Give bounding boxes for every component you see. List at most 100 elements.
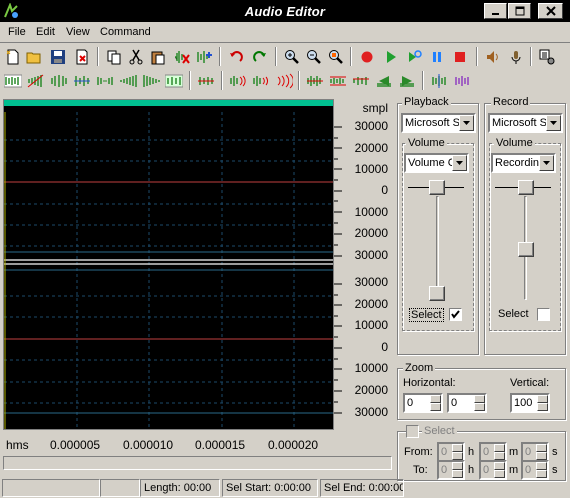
horizontal-scrollbar[interactable] xyxy=(3,456,392,470)
spin-up-icon[interactable] xyxy=(452,444,463,452)
close-button[interactable] xyxy=(538,3,563,19)
title-bar[interactable]: Audio Editor xyxy=(0,0,570,22)
effect-compress-button[interactable] xyxy=(328,71,348,91)
zoom-out-button[interactable] xyxy=(304,47,324,67)
selection-from-label: From: xyxy=(404,446,433,458)
selection-enable-checkbox[interactable] xyxy=(406,425,419,438)
effect-pitch-button[interactable] xyxy=(397,71,417,91)
mic-button[interactable] xyxy=(506,47,526,67)
play-button[interactable] xyxy=(381,47,401,67)
effect-amplify-button[interactable] xyxy=(26,71,46,91)
time-ruler[interactable]: hms 0.000005 0.000010 0.000015 0.000020 xyxy=(3,436,392,452)
spin-down-icon[interactable] xyxy=(494,452,505,460)
effect-chorus-button[interactable] xyxy=(251,71,271,91)
minimize-button[interactable] xyxy=(484,3,507,19)
effect-echo-button[interactable] xyxy=(164,71,184,91)
menu-view[interactable]: View xyxy=(66,26,90,38)
zoom-in-button[interactable] xyxy=(282,47,302,67)
speaker-button[interactable] xyxy=(483,47,503,67)
effect-stretch-button[interactable] xyxy=(305,71,325,91)
spin-down-icon[interactable] xyxy=(537,403,548,411)
spin-down-icon[interactable] xyxy=(430,403,441,411)
effect-stereo-button[interactable] xyxy=(429,71,449,91)
playback-device-select[interactable]: Microsoft S xyxy=(401,113,476,133)
close-file-button[interactable] xyxy=(72,47,92,67)
record-volume-source-select[interactable]: Recordin xyxy=(491,153,556,173)
effect-reverse-button[interactable] xyxy=(49,71,69,91)
delete-button[interactable] xyxy=(172,47,192,67)
menu-command[interactable]: Command xyxy=(100,26,151,38)
position-bar[interactable] xyxy=(4,100,333,106)
spin-up-icon[interactable] xyxy=(452,462,463,470)
playback-volume-source-select[interactable]: Volume C xyxy=(404,153,469,173)
spin-up-icon[interactable] xyxy=(536,462,547,470)
folder-open-icon xyxy=(26,52,41,64)
record-select-checkbox[interactable] xyxy=(537,308,550,321)
effect-normalize-button[interactable] xyxy=(3,71,23,91)
record-button[interactable] xyxy=(357,47,377,67)
chorus-icon xyxy=(253,76,268,86)
play-loop-button[interactable] xyxy=(404,47,424,67)
effect-fade-out-button[interactable] xyxy=(141,71,161,91)
paste-button[interactable] xyxy=(148,47,168,67)
menu-file[interactable]: File xyxy=(8,26,26,38)
spin-up-icon[interactable] xyxy=(494,444,505,452)
status-sel-start: Sel Start: 0:00:00 xyxy=(222,479,318,497)
record-balance-thumb[interactable] xyxy=(518,180,534,195)
spin-down-icon[interactable] xyxy=(452,470,463,478)
effect-reverb-button[interactable] xyxy=(274,71,294,91)
spin-down-icon[interactable] xyxy=(494,470,505,478)
effect-insert-silence-button[interactable] xyxy=(196,71,216,91)
toolbar-separator xyxy=(350,47,352,66)
copy-button[interactable] xyxy=(104,47,124,67)
effect-equalizer-button[interactable] xyxy=(351,71,371,91)
new-file-button[interactable] xyxy=(3,47,23,67)
spin-up-icon[interactable] xyxy=(430,395,441,403)
zoom-horizontal-a-spinner[interactable]: 0 xyxy=(403,393,443,413)
effect-fade-in-button[interactable] xyxy=(118,71,138,91)
zoom-horizontal-b-spinner[interactable]: 0 xyxy=(447,393,487,413)
effect-invert-button[interactable] xyxy=(72,71,92,91)
redo-button[interactable] xyxy=(250,47,270,67)
stop-button[interactable] xyxy=(450,47,470,67)
playback-volume-thumb[interactable] xyxy=(429,286,445,301)
undo-button[interactable] xyxy=(226,47,246,67)
playback-select-checkbox[interactable] xyxy=(449,308,462,321)
insert-button[interactable] xyxy=(194,47,214,67)
waveform-view[interactable] xyxy=(3,99,334,430)
open-file-button[interactable] xyxy=(24,47,44,67)
cut-button[interactable] xyxy=(126,47,146,67)
spin-up-icon[interactable] xyxy=(474,395,485,403)
spin-up-icon[interactable] xyxy=(494,462,505,470)
effect-silence-button[interactable] xyxy=(95,71,115,91)
spin-down-icon[interactable] xyxy=(536,470,547,478)
spin-down-icon[interactable] xyxy=(536,452,547,460)
menu-edit[interactable]: Edit xyxy=(36,26,55,38)
zoom-vertical-spinner[interactable]: 100 xyxy=(510,393,550,413)
to-seconds-spinner[interactable]: 0 xyxy=(521,460,549,480)
playback-volume-track[interactable] xyxy=(436,196,439,300)
waveform-canvas[interactable] xyxy=(4,100,333,429)
record-device-select[interactable]: Microsoft S xyxy=(488,113,563,133)
settings-button[interactable] xyxy=(537,47,557,67)
effect-vibrato-button[interactable] xyxy=(228,71,248,91)
to-minutes-spinner[interactable]: 0 xyxy=(479,460,507,480)
from-hours-spinner[interactable]: 0 xyxy=(437,442,465,462)
spin-down-icon[interactable] xyxy=(474,403,485,411)
spin-up-icon[interactable] xyxy=(536,444,547,452)
record-volume-thumb[interactable] xyxy=(518,242,534,257)
from-seconds-spinner[interactable]: 0 xyxy=(521,442,549,462)
to-seconds-value: 0 xyxy=(525,464,532,476)
effect-flanger-button[interactable] xyxy=(374,71,394,91)
spin-up-icon[interactable] xyxy=(537,395,548,403)
chevron-down-icon xyxy=(546,115,561,131)
zoom-selection-button[interactable] xyxy=(326,47,346,67)
effect-mono-button[interactable] xyxy=(452,71,472,91)
from-minutes-spinner[interactable]: 0 xyxy=(479,442,507,462)
playback-balance-thumb[interactable] xyxy=(429,180,445,195)
save-button[interactable] xyxy=(48,47,68,67)
spin-down-icon[interactable] xyxy=(452,452,463,460)
pause-button[interactable] xyxy=(427,47,447,67)
maximize-button[interactable] xyxy=(508,3,531,19)
to-hours-spinner[interactable]: 0 xyxy=(437,460,465,480)
